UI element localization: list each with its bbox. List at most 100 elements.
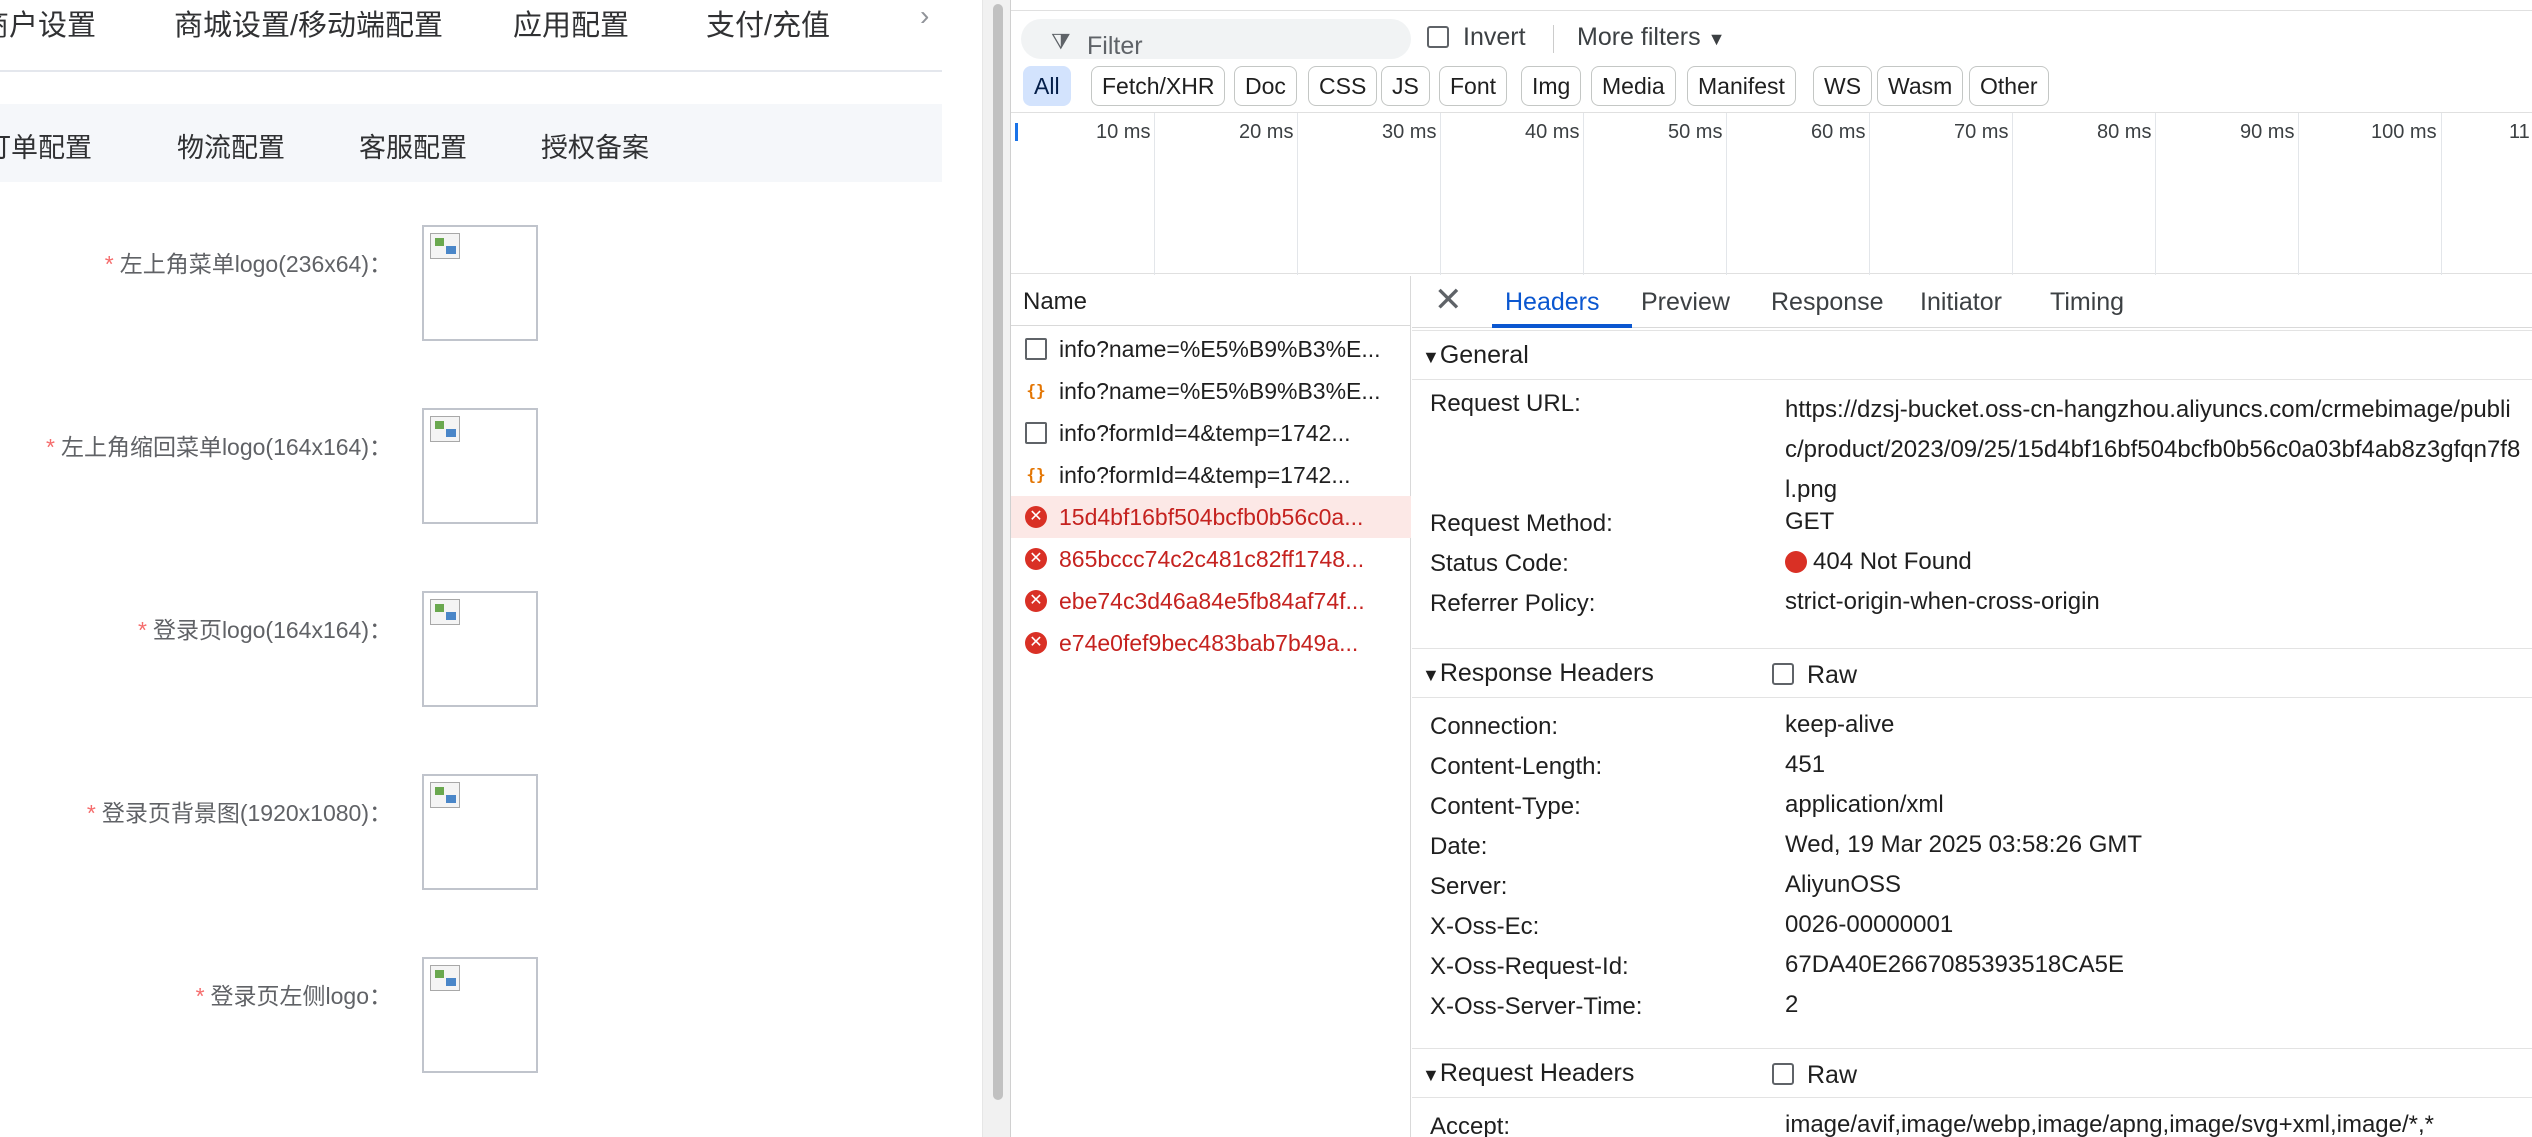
name-column-header[interactable]: Name [1011,276,1411,326]
timeline-tick-label: 90 ms [2240,121,2295,143]
form-label: * 登录页logo(164x164)： [137,617,392,643]
raw-label[interactable]: Raw [1807,661,1857,690]
timeline-tick-label: 50 ms [1668,121,1723,143]
error-icon: ✕ [1025,548,1047,570]
form-row-menu-logo: * 左上角菜单logo(236x64)： [0,225,942,343]
upload-box[interactable] [422,957,538,1073]
type-filter-js[interactable]: JS [1381,66,1430,106]
timeline-tick [2012,113,2013,275]
timeline-tick [2298,113,2299,275]
app-pane: 商户设置 商城设置/移动端配置 应用配置 支付/充值 › 订单配置 物流配置 客… [0,0,982,1137]
type-filter-other[interactable]: Other [1969,66,2049,106]
request-row[interactable]: ✕ ebe74c3d46a84e5fb84af74f... [1011,580,1411,622]
type-filter-wasm[interactable]: Wasm [1877,66,1964,106]
type-filter-all[interactable]: All [1023,66,1071,106]
timeline-tick [1440,113,1441,275]
timeline-tick [2155,113,2156,275]
form-row-collapsed-logo: * 左上角缩回菜单logo(164x164)： [0,408,942,526]
timeline-tick [2441,113,2442,275]
request-row[interactable]: ✕ 15d4bf16bf504bcfb0b56c0a... [1011,496,1411,538]
request-url-value[interactable]: https://dzsj-bucket.oss-cn-hangzhou.aliy… [1785,390,2525,510]
type-filter-fetch-xhr[interactable]: Fetch/XHR [1091,66,1226,106]
upload-box[interactable] [422,774,538,890]
close-icon[interactable]: ✕ [1434,280,1463,320]
type-filter-media[interactable]: Media [1591,66,1676,106]
type-filter-css[interactable]: CSS [1308,66,1378,106]
tab-initiator[interactable]: Initiator [1920,288,2002,317]
active-tab-indicator [1492,324,1632,328]
tab-response[interactable]: Response [1771,288,1884,317]
timeline-marker [1015,123,1018,141]
section-general-header[interactable]: ▼General [1412,330,2532,380]
raw-checkbox[interactable] [1772,663,1794,685]
request-list: Name info?name=%E5%B9%B3%E... {} info?na… [1011,276,1411,1137]
timeline-tick [1726,113,1727,275]
request-row[interactable]: info?name=%E5%B9%B3%E... [1011,328,1411,370]
request-row[interactable]: {} info?formId=4&temp=1742... [1011,454,1411,496]
subtab-service-config[interactable]: 客服配置 [359,126,467,165]
network-timeline[interactable]: 10 ms 20 ms 30 ms 40 ms 50 ms 60 ms 70 m… [1011,112,2532,275]
chevron-right-icon[interactable]: › [920,0,929,32]
section-response-headers-header[interactable]: ▼Response Headers Raw [1412,648,2532,698]
divider [1553,25,1554,53]
tab-mall-settings[interactable]: 商城设置/移动端配置 [174,2,443,44]
broken-image-icon [430,416,460,442]
subtab-logistics-config[interactable]: 物流配置 [177,126,285,165]
form-row-login-logo: * 登录页logo(164x164)： [0,591,942,709]
upload-box[interactable] [422,225,538,341]
tab-payment[interactable]: 支付/充值 [706,2,830,44]
timeline-tick [1583,113,1584,275]
triangle-down-icon: ▼ [1422,1065,1440,1085]
type-filter-ws[interactable]: WS [1813,66,1873,106]
subtab-order-config[interactable]: 订单配置 [0,126,92,165]
timeline-tick-label: 10 ms [1096,121,1151,143]
request-detail-pane: ✕ Headers Preview Response Initiator Tim… [1412,276,2532,1137]
request-row[interactable]: ✕ e74e0fef9bec483bab7b49a... [1011,622,1411,664]
triangle-down-icon: ▼ [1422,665,1440,685]
broken-image-icon [430,782,460,808]
page-scrollbar[interactable] [982,0,1010,1137]
top-tabs: 商户设置 商城设置/移动端配置 应用配置 支付/充值 › [0,0,942,72]
invert-checkbox[interactable] [1427,26,1449,48]
form-label: * 左上角缩回菜单logo(164x164)： [45,434,392,460]
status-error-dot [1785,551,1807,573]
subtab-authorization[interactable]: 授权备案 [541,126,649,165]
filter-placeholder: Filter [1087,32,1143,60]
request-row[interactable]: {} info?name=%E5%B9%B3%E... [1011,370,1411,412]
document-icon [1025,338,1047,360]
scrollbar-thumb[interactable] [993,4,1003,1100]
filter-input[interactable]: ⧩ Filter [1021,19,1411,60]
error-icon: ✕ [1025,590,1047,612]
timeline-tick [1297,113,1298,275]
timeline-tick-label: 70 ms [1954,121,2009,143]
timeline-tick-label: 40 ms [1525,121,1580,143]
triangle-down-icon: ▼ [1422,347,1440,367]
status-code-value: 404 Not Found [1785,542,2525,582]
type-filter-manifest[interactable]: Manifest [1687,66,1796,106]
request-row[interactable]: ✕ 865bccc74c2c481c82ff1748... [1011,538,1411,580]
section-title: ▼General [1422,341,1529,369]
invert-label[interactable]: Invert [1463,23,1526,52]
type-filter-doc[interactable]: Doc [1234,66,1297,106]
raw-checkbox[interactable] [1772,1063,1794,1085]
section-request-headers-header[interactable]: ▼Request Headers Raw [1412,1048,2532,1098]
timeline-tick-label: 80 ms [2097,121,2152,143]
tab-headers[interactable]: Headers [1505,288,1600,317]
caret-down-icon: ▼ [1707,29,1726,49]
devtools-network-panel: ⧩ Filter Invert More filters ▼ All Fetch… [1010,0,2532,1137]
broken-image-icon [430,599,460,625]
upload-box[interactable] [422,408,538,524]
timeline-tick-label: 30 ms [1382,121,1437,143]
tab-merchant-settings[interactable]: 商户设置 [0,2,96,44]
tab-timing[interactable]: Timing [2050,288,2124,317]
form-label: * 登录页背景图(1920x1080)： [86,800,392,826]
timeline-tick-label: 11 [2509,121,2530,143]
more-filters-dropdown[interactable]: More filters ▼ [1577,23,1725,52]
raw-label[interactable]: Raw [1807,1061,1857,1090]
tab-app-config[interactable]: 应用配置 [513,2,629,44]
type-filter-img[interactable]: Img [1521,66,1582,106]
type-filter-font[interactable]: Font [1439,66,1508,106]
request-row[interactable]: info?formId=4&temp=1742... [1011,412,1411,454]
upload-box[interactable] [422,591,538,707]
tab-preview[interactable]: Preview [1641,288,1730,317]
